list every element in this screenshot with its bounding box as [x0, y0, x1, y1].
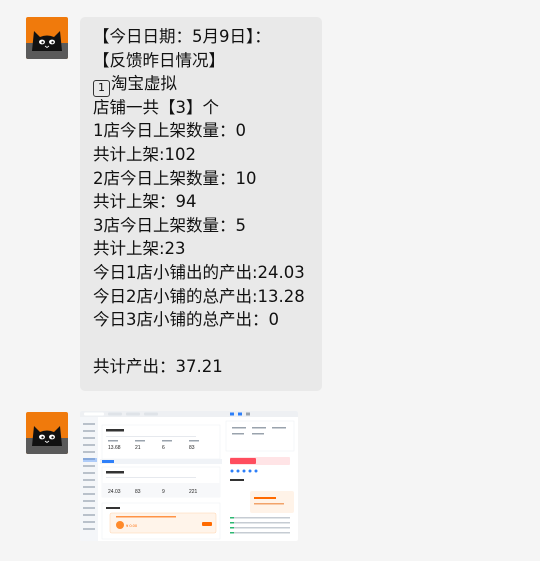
dashboard-screenshot-image: 13.68 21 6 83 24.03 83 9 221 ¥ 0.00	[80, 411, 298, 541]
black-cat-icon	[26, 412, 68, 454]
message-line: 3店今日上架数量：5	[93, 215, 246, 235]
message-line: 共计上架：94	[93, 192, 197, 212]
message-line: 共计上架:23	[93, 239, 186, 259]
sender-avatar[interactable]	[26, 17, 68, 59]
svg-text:9: 9	[162, 489, 165, 495]
message-line: 1店今日上架数量：0	[93, 121, 246, 141]
svg-text:24.03: 24.03	[108, 489, 121, 495]
message-line: 今日3店小铺的总产出：0	[93, 310, 279, 330]
svg-text:21: 21	[135, 445, 141, 451]
svg-text:6: 6	[162, 445, 165, 451]
message-line: 1 淘宝虚拟	[93, 72, 312, 98]
screenshot-image-message[interactable]: 13.68 21 6 83 24.03 83 9 221 ¥ 0.00	[80, 411, 298, 541]
message-line: 店铺一共【3】个	[93, 97, 219, 117]
message-line: 共计产出：37.21	[93, 357, 223, 377]
sender-avatar[interactable]	[26, 412, 68, 454]
message-line: 【反馈昨日情况】	[93, 50, 225, 70]
svg-text:13.68: 13.68	[108, 445, 121, 451]
svg-text:221: 221	[189, 489, 198, 495]
message-line: 今日2店小铺的总产出:13.28	[93, 286, 305, 306]
black-cat-icon	[26, 17, 68, 59]
svg-text:¥ 0.00: ¥ 0.00	[126, 523, 138, 528]
message-line: 【今日日期：5月9日】：	[93, 27, 271, 46]
message-line: 2店今日上架数量：10	[93, 168, 257, 188]
message-bubble[interactable]: 【今日日期：5月9日】： 【反馈昨日情况】 1 淘宝虚拟 店铺一共【3】个 1店今…	[80, 17, 322, 391]
svg-text:83: 83	[135, 489, 141, 495]
message-line: 今日1店小铺出的产出:24.03	[93, 262, 305, 282]
chat-window: 【今日日期：5月9日】： 【反馈昨日情况】 1 淘宝虚拟 店铺一共【3】个 1店今…	[0, 0, 540, 561]
message-line: 共计上架:102	[93, 144, 197, 164]
keycap-one-icon: 1	[93, 80, 110, 98]
svg-text:83: 83	[189, 445, 195, 451]
